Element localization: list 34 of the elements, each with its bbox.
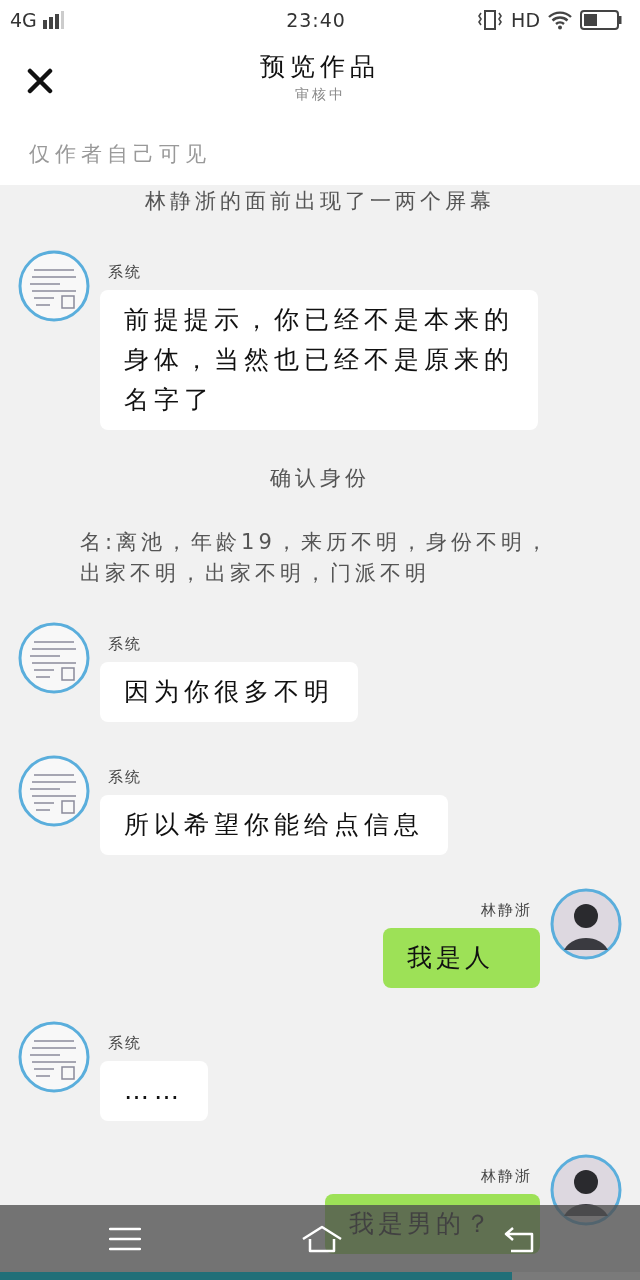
- menu-icon: [109, 1226, 141, 1251]
- vibrate-icon: [477, 9, 504, 31]
- hd-label: HD: [511, 9, 540, 31]
- review-status: 审核中: [294, 86, 346, 104]
- signal-icon: [42, 11, 65, 29]
- document-avatar: [18, 250, 90, 322]
- close-icon: [27, 68, 53, 94]
- network-type: 4G: [10, 9, 37, 31]
- message-bubble: 前提提示，你已经不是本来的身体，当然也已经不是原来的名字了: [100, 290, 538, 430]
- narration-text: 林静浙的面前出现了一两个屏幕: [145, 188, 495, 215]
- close-button[interactable]: [27, 68, 53, 94]
- sender-name: 系统: [107, 262, 143, 282]
- battery-icon: [580, 10, 622, 30]
- sender-name: 系统: [107, 767, 143, 787]
- home-icon: [301, 1224, 343, 1253]
- narration-text: 名:离池，年龄19，来历不明，身份不明，出家不明，出家不明，门派不明: [80, 529, 552, 587]
- document-avatar: [18, 755, 90, 827]
- message-bubble: 我是人: [383, 928, 540, 988]
- clock-time: 23:40: [286, 9, 346, 31]
- back-icon: [503, 1224, 535, 1253]
- document-avatar: [18, 622, 90, 694]
- user-avatar: [550, 888, 622, 960]
- sender-name: 系统: [107, 634, 143, 654]
- page-title: 预览作品: [260, 51, 380, 83]
- message-bubble: ……: [100, 1061, 208, 1121]
- document-avatar: [18, 1021, 90, 1093]
- message-bubble: 因为你很多不明: [100, 662, 358, 722]
- sender-name: 林静浙: [480, 900, 533, 920]
- visibility-note: 仅作者自己可见: [29, 140, 211, 168]
- sender-name: 林静浙: [480, 1166, 533, 1186]
- wifi-icon: [548, 10, 572, 30]
- sender-name: 系统: [107, 1033, 143, 1053]
- narration-text: 确认身份: [270, 465, 370, 492]
- message-bubble: 所以希望你能给点信息: [100, 795, 448, 855]
